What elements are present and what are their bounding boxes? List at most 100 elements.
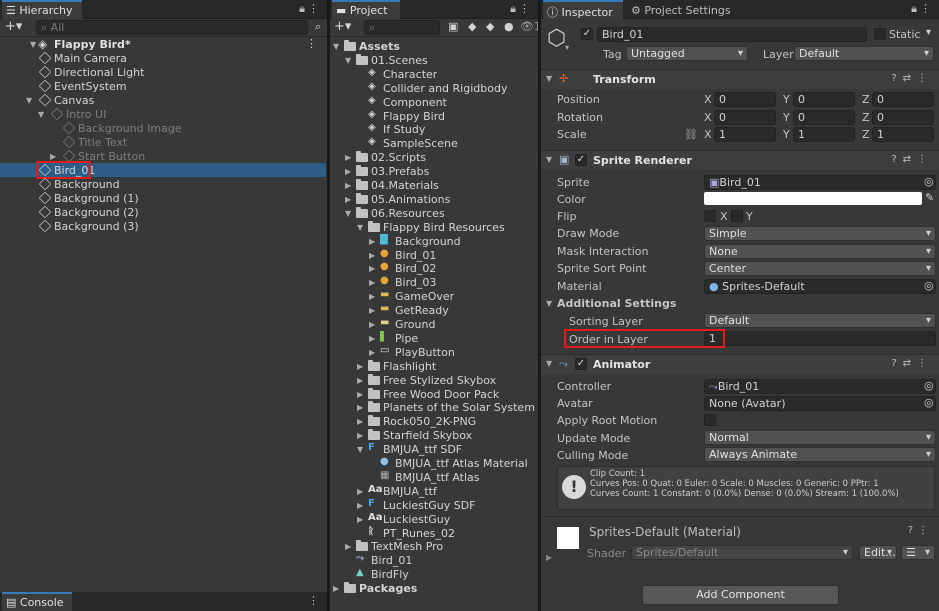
project-item[interactable]: 05.Animations — [371, 193, 450, 206]
sprite-renderer-enabled-checkbox[interactable]: ✓ — [575, 154, 587, 166]
expand-arrow-icon[interactable]: ▶ — [357, 362, 363, 371]
expand-arrow-icon[interactable]: ▼ — [357, 445, 363, 454]
lock-icon[interactable]: 🔒︎ — [299, 2, 305, 16]
transform-y-field[interactable]: 0 — [793, 109, 855, 125]
animator-header[interactable]: ▼ ⤳ ✓ Animator ?⇄⋮ — [541, 354, 939, 374]
project-item[interactable]: Background — [395, 235, 461, 248]
project-item[interactable]: SampleScene — [383, 137, 458, 150]
expand-arrow-icon[interactable]: ▶ — [369, 292, 375, 301]
hierarchy-item[interactable]: Title Text — [78, 136, 127, 149]
info-icon[interactable]: ● — [504, 20, 514, 33]
object-name-field[interactable]: Bird_01 — [597, 27, 867, 42]
expand-arrow-icon[interactable]: ▶ — [357, 417, 363, 426]
project-item[interactable]: Bird_01 — [395, 249, 436, 262]
hierarchy-item[interactable]: Background — [54, 178, 120, 191]
scene-search-icon[interactable]: ⌕ — [315, 20, 321, 34]
expand-arrow-icon[interactable]: ▶ — [369, 278, 375, 287]
avatar-object-field[interactable]: None (Avatar) — [704, 396, 936, 411]
expand-arrow-icon[interactable]: ▶ — [369, 334, 375, 343]
project-item[interactable]: Starfield Skybox — [383, 429, 472, 442]
project-item[interactable]: TextMesh Pro — [371, 540, 443, 553]
transform-header[interactable]: ▼ ✢ Transform ?⇄⋮ — [541, 69, 939, 89]
flip-y-checkbox[interactable] — [731, 210, 743, 222]
hierarchy-item[interactable]: Background (1) — [54, 192, 139, 205]
project-item[interactable]: Component — [383, 96, 447, 109]
static-checkbox[interactable] — [874, 28, 886, 40]
order-in-layer-field[interactable]: 1 — [704, 331, 936, 346]
expand-arrow-icon[interactable]: ▶ — [357, 501, 363, 510]
tab-project-settings[interactable]: ⚙ Project Settings — [627, 0, 737, 19]
mask-interaction-dropdown[interactable]: None — [704, 244, 936, 259]
project-item[interactable]: Collider and Rigidbody — [383, 82, 507, 95]
project-item[interactable]: PT_Runes_02 — [383, 527, 455, 540]
tag-icon[interactable]: ◆ — [486, 20, 494, 33]
expand-arrow-icon[interactable]: ▼ — [333, 42, 339, 51]
expand-arrow-icon[interactable]: ▶ — [357, 390, 363, 399]
expand-arrow-icon[interactable]: ▶ — [345, 181, 351, 190]
project-item[interactable]: 01.Scenes — [371, 54, 428, 67]
project-item[interactable]: BMJUA_ttf Atlas Material — [395, 457, 528, 470]
project-item[interactable]: Flappy Bird Resources — [383, 221, 505, 234]
hierarchy-item[interactable]: EventSystem — [54, 80, 127, 93]
apply-root-motion-checkbox[interactable] — [704, 414, 716, 426]
hierarchy-item[interactable]: Intro UI — [66, 108, 106, 121]
object-picker-icon[interactable]: ◎ — [924, 279, 934, 292]
project-item[interactable]: Flappy Bird — [383, 110, 445, 123]
hierarchy-item[interactable]: Canvas — [54, 94, 94, 107]
static-dropdown-icon[interactable]: ▾ — [926, 27, 931, 38]
expand-arrow-icon[interactable]: ▶ — [345, 167, 351, 176]
expand-arrow-icon[interactable]: ▶ — [357, 431, 363, 440]
expand-arrow-icon[interactable]: ▶ — [369, 264, 375, 273]
expand-arrow-icon[interactable]: ▶ — [357, 487, 363, 496]
scene-title[interactable]: Flappy Bird* — [54, 38, 131, 51]
transform-z-field[interactable]: 0 — [872, 92, 934, 107]
expand-arrow-icon[interactable]: ▶ — [357, 376, 363, 385]
project-item[interactable]: If Study — [383, 123, 425, 136]
hierarchy-search-input[interactable]: ⌕ All — [36, 20, 308, 35]
layer-dropdown[interactable]: Default — [794, 46, 934, 61]
project-item[interactable]: Packages — [359, 582, 417, 595]
hidden-packages-icon[interactable]: 👁︎14 — [520, 20, 538, 33]
project-item[interactable]: 03.Prefabs — [371, 165, 429, 178]
expand-arrow-icon[interactable]: ▶ — [369, 306, 375, 315]
object-picker-icon[interactable]: ◎ — [924, 379, 934, 392]
constrain-proportions-icon[interactable]: ⛓︎ — [684, 128, 698, 141]
tab-project[interactable]: ▬ Project — [332, 0, 400, 19]
color-swatch[interactable] — [704, 192, 922, 205]
dropdown-arrow-icon[interactable]: ▾ — [565, 43, 569, 52]
project-item[interactable]: GetReady — [395, 304, 449, 317]
project-item[interactable]: BMJUA_ttf SDF — [383, 443, 462, 456]
project-item[interactable]: Bird_03 — [395, 276, 436, 289]
project-item[interactable]: 04.Materials — [371, 179, 439, 192]
hierarchy-item[interactable]: Background Image — [78, 122, 182, 135]
project-item[interactable]: Planets of the Solar System 3D — [383, 401, 538, 414]
object-picker-icon[interactable]: ◎ — [924, 396, 934, 409]
shader-dropdown[interactable]: Sprites/Default — [631, 545, 853, 560]
material-object-field[interactable]: ● Sprites-Default — [704, 279, 936, 294]
expand-arrow-icon[interactable]: ▼ — [38, 110, 44, 119]
add-component-button[interactable]: Add Component — [642, 585, 839, 605]
object-picker-icon[interactable]: ◎ — [924, 175, 934, 188]
expand-arrow-icon[interactable]: ▶ — [50, 152, 56, 161]
flip-x-checkbox[interactable] — [704, 210, 716, 222]
project-item[interactable]: Ground — [395, 318, 435, 331]
lock-icon[interactable]: 🔒︎ — [911, 2, 917, 16]
expand-arrow-icon[interactable]: ▶ — [333, 584, 339, 593]
expand-arrow-icon[interactable]: ▼ — [357, 223, 363, 232]
project-item[interactable]: BirdFly — [371, 568, 409, 581]
create-icon[interactable]: +▾ — [334, 19, 351, 34]
project-item[interactable]: 02.Scripts — [371, 151, 426, 164]
search-by-type-icon[interactable]: ▣ — [448, 20, 458, 33]
tab-hierarchy[interactable]: ☰ Hierarchy — [2, 0, 82, 19]
project-item[interactable]: Assets — [359, 40, 400, 53]
transform-y-field[interactable]: 0 — [793, 92, 855, 107]
project-search-input[interactable]: ⌕ — [364, 20, 440, 35]
project-item[interactable]: Bird_01 — [371, 554, 412, 567]
transform-x-field[interactable]: 0 — [714, 92, 776, 107]
sprite-renderer-header[interactable]: ▼ ▣ ✓ Sprite Renderer ?⇄⋮ — [541, 150, 939, 170]
component-header-icons[interactable]: ?⇄⋮ — [891, 73, 933, 84]
menu-dots-icon[interactable]: ⋮ — [308, 2, 319, 15]
lock-icon[interactable]: 🔒︎ — [510, 2, 516, 16]
search-by-label-icon[interactable]: ◆ — [468, 20, 476, 33]
hierarchy-item[interactable]: Background (3) — [54, 220, 139, 233]
